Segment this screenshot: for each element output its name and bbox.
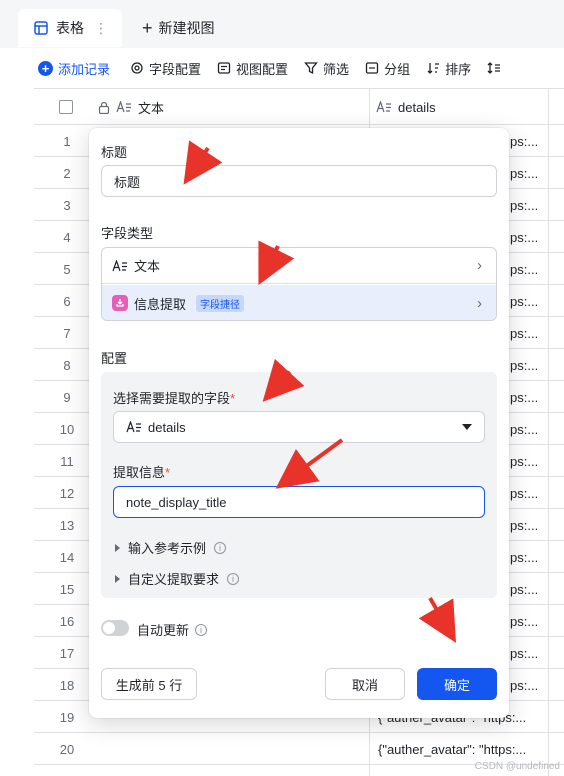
annotation-arrow	[258, 240, 295, 286]
annotation-arrow	[418, 596, 457, 643]
arrow-group	[183, 140, 457, 643]
annotation-arrow	[262, 358, 305, 402]
annotation-arrows	[183, 140, 457, 643]
watermark: CSDN @undefined	[474, 761, 560, 772]
annotation-arrow	[275, 438, 344, 489]
annotation-arrow	[183, 140, 223, 185]
